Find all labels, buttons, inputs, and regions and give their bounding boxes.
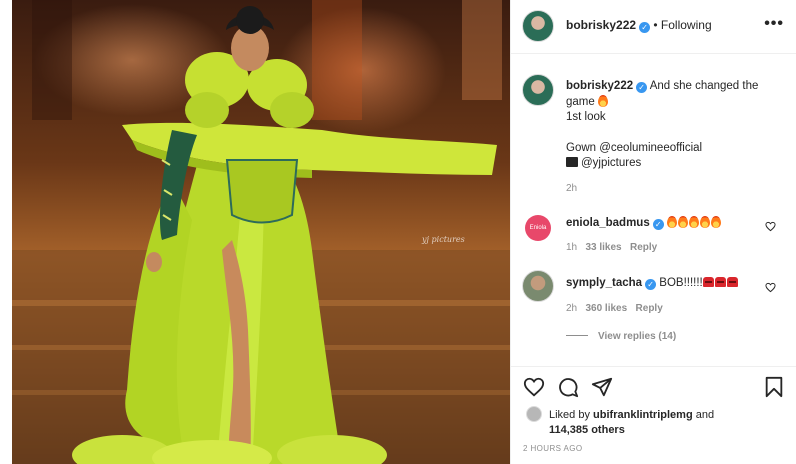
comment-text: BOB!!!!!!: [659, 277, 703, 289]
post-timestamp[interactable]: 2 HOURS AGO: [523, 444, 583, 453]
heart-icon[interactable]: [523, 376, 545, 398]
bookmark-icon[interactable]: [764, 376, 784, 398]
liker-username[interactable]: ubifranklintriplemg: [593, 409, 693, 421]
view-replies-label: View replies (14): [598, 331, 677, 342]
comment-eniola: eniola_badmus ✓: [566, 216, 722, 230]
verified-icon: ✓: [645, 279, 657, 290]
comment-tacha: symply_tacha ✓ BOB!!!!!!: [566, 277, 739, 290]
header-user-line: bobrisky222 ✓ • Following: [566, 18, 712, 33]
post-side-panel: bobrisky222 ✓ • Following ••• bobrisky222…: [511, 0, 796, 464]
caption: bobrisky222 ✓ And she changed the game 1s…: [566, 79, 786, 196]
comment-username[interactable]: eniola_badmus: [566, 217, 650, 229]
caption-look: 1st look: [566, 111, 606, 123]
comment-likes[interactable]: 33 likes: [585, 242, 621, 253]
red-face-emoji: [702, 277, 714, 287]
header-username[interactable]: bobrisky222: [566, 18, 636, 32]
share-icon[interactable]: [591, 376, 613, 398]
liked-prefix: Liked by: [549, 409, 590, 421]
more-options-icon[interactable]: •••: [764, 15, 784, 33]
red-face-emoji: [726, 277, 738, 287]
comment-icon[interactable]: [557, 376, 579, 398]
comment-meta: 1h 33 likes Reply: [566, 242, 657, 253]
fire-emoji: [688, 216, 699, 228]
likes-text: Liked by ubifranklintriplemg and 114,385…: [549, 408, 714, 438]
comment-avatar[interactable]: Eniola: [525, 215, 551, 241]
reply-button[interactable]: Reply: [636, 303, 663, 314]
comment-avatar[interactable]: [522, 270, 554, 302]
comment-age[interactable]: 2h: [566, 303, 577, 314]
caption-username[interactable]: bobrisky222: [566, 80, 633, 92]
view-replies-button[interactable]: View replies (14): [566, 331, 676, 342]
red-face-emoji: [714, 277, 726, 287]
comment-meta: 2h 360 likes Reply: [566, 303, 663, 314]
verified-icon: ✓: [639, 22, 651, 33]
svg-text:yj pictures: yj pictures: [421, 235, 465, 244]
caption-line-2: game: [566, 94, 786, 111]
replies-line: [566, 335, 588, 336]
caption-pictures: @yjpictures: [581, 157, 642, 169]
comment-username[interactable]: symply_tacha: [566, 277, 642, 289]
caption-text: And she changed the: [649, 80, 759, 92]
verified-icon: ✓: [652, 219, 664, 230]
likes-count[interactable]: 114,385 others: [549, 424, 625, 436]
caption-pictures-line: @yjpictures: [566, 156, 786, 172]
caption-age[interactable]: 2h: [566, 181, 786, 197]
following-status[interactable]: • Following: [653, 18, 711, 32]
fire-emoji: [699, 216, 710, 228]
liked-and: and: [695, 409, 715, 421]
heart-icon[interactable]: [765, 282, 776, 293]
photo-illustration: yj pictures: [12, 0, 510, 464]
verified-icon: ✓: [636, 82, 648, 93]
caption-gown: Gown @ceolumineeofficial: [566, 141, 703, 154]
fire-emoji: [666, 216, 677, 228]
fire-emoji-group: [666, 216, 722, 229]
avatar[interactable]: [522, 10, 554, 42]
liker-avatar[interactable]: [526, 406, 542, 422]
caption-line-1: bobrisky222 ✓ And she changed the: [566, 79, 786, 95]
clapper-emoji: [566, 157, 578, 167]
post-photo[interactable]: yj pictures: [12, 0, 510, 464]
comment-likes[interactable]: 360 likes: [585, 303, 627, 314]
fire-emoji: [677, 216, 688, 228]
caption-avatar[interactable]: [522, 74, 554, 106]
comment-age[interactable]: 1h: [566, 242, 577, 253]
fire-emoji: [710, 216, 721, 228]
heart-icon[interactable]: [765, 221, 776, 232]
caption-text-2: game: [566, 95, 595, 108]
action-bar: [511, 366, 796, 406]
post-header: bobrisky222 ✓ • Following •••: [511, 0, 796, 54]
fire-emoji: [597, 94, 608, 107]
reply-button[interactable]: Reply: [630, 242, 657, 253]
